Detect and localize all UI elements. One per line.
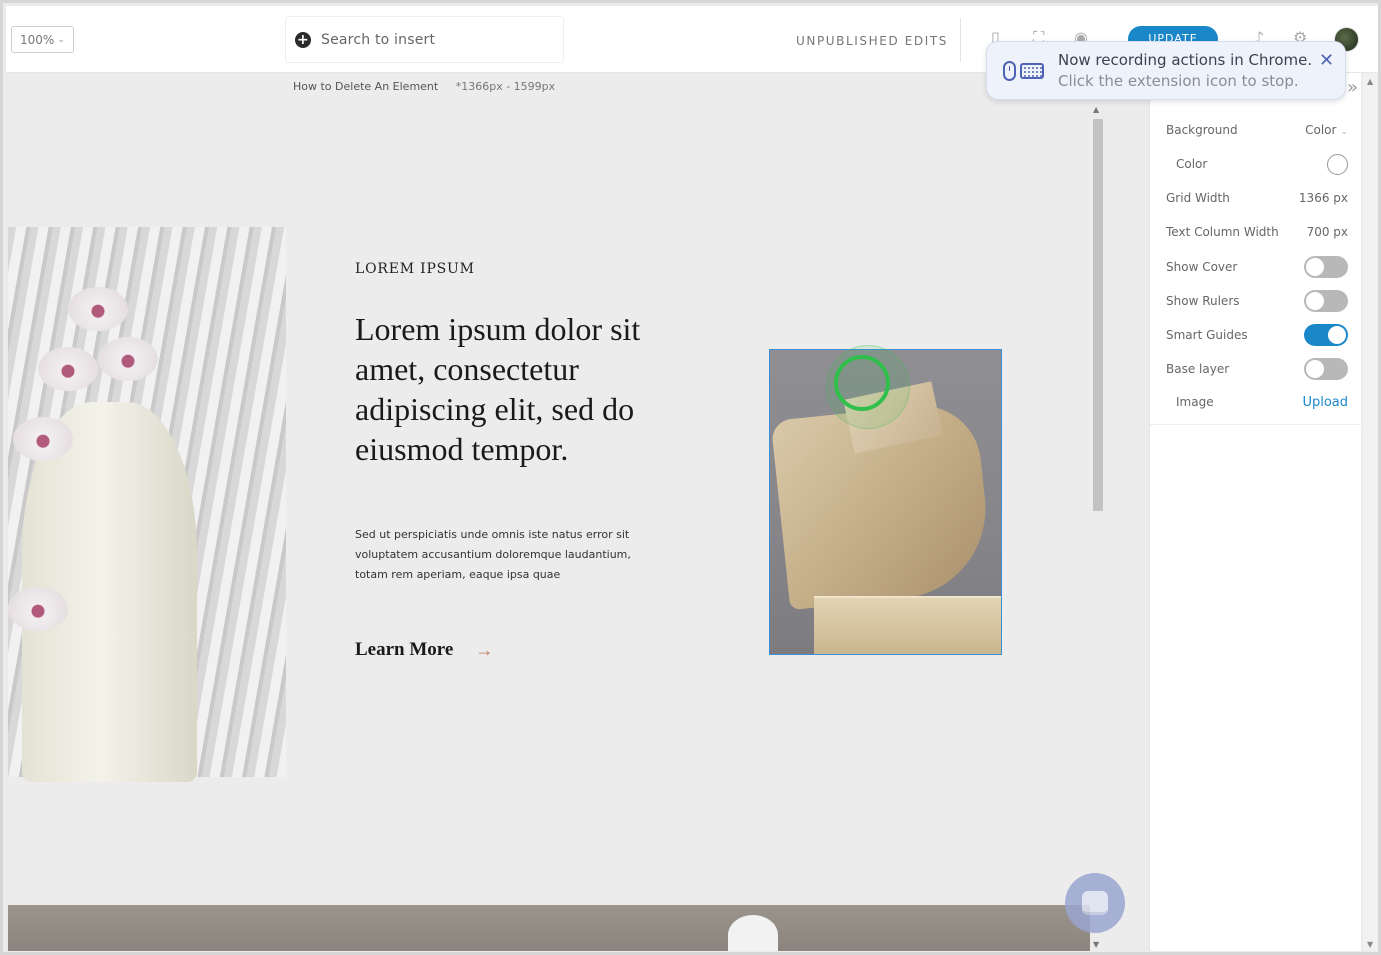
smart-guides-label: Smart Guides (1166, 328, 1248, 342)
panel-divider (1150, 424, 1362, 425)
page-name: How to Delete An Element (293, 80, 439, 93)
color-label: Color (1176, 157, 1208, 171)
base-layer-label: Base layer (1166, 362, 1230, 376)
notification-title: Now recording actions in Chrome. (1058, 51, 1313, 69)
unpublished-status: UNPUBLISHED EDITS (796, 34, 949, 48)
zoom-value: 100% (20, 32, 55, 47)
recording-icons (1003, 61, 1044, 81)
chat-support-button[interactable] (1065, 873, 1125, 933)
show-cover-toggle[interactable] (1304, 256, 1348, 278)
arrow-right-icon: → (475, 639, 494, 660)
section-body[interactable]: Sed ut perspiciatis unde omnis iste natu… (355, 525, 655, 585)
canvas-scrollbar[interactable]: ▲ ▼ (1091, 105, 1105, 951)
design-canvas[interactable]: LOREM IPSUM Lorem ipsum dolor sit amet, … (8, 101, 1090, 951)
background-value: Color (1305, 123, 1337, 137)
wood-base (814, 596, 1001, 654)
page-dimensions: *1366px - 1599px (455, 80, 556, 93)
next-section-object (728, 915, 778, 951)
scroll-down-icon[interactable]: ▼ (1367, 940, 1373, 949)
grid-width-row: Grid Width 1366 px (1166, 186, 1348, 210)
design-settings-panel: Background Color ⌄ Color Grid Width 1366 … (1149, 73, 1362, 951)
grid-width-value[interactable]: 1366 px (1299, 191, 1348, 205)
color-swatch[interactable] (1327, 153, 1348, 175)
chevron-down-icon: ⌄ (1340, 127, 1348, 137)
base-layer-row: Base layer (1166, 357, 1348, 381)
orchid-flower (98, 337, 158, 381)
app-window: 100% ⌄ + Search to insert UNPUBLISHED ED… (0, 0, 1381, 955)
learn-more-label: Learn More (355, 639, 454, 660)
scroll-up-icon[interactable]: ▲ (1093, 105, 1099, 114)
close-icon[interactable]: ✕ (1319, 50, 1334, 71)
plus-icon: + (295, 31, 311, 48)
orchid-flower (8, 587, 68, 631)
learn-more-link[interactable]: Learn More → (355, 639, 493, 661)
toolbar-divider (960, 18, 961, 62)
chat-bubble-icon (1082, 891, 1108, 915)
zoom-dropdown[interactable]: 100% ⌄ (11, 26, 74, 53)
panel-scrollbar[interactable]: ▲ ▼ (1363, 73, 1378, 951)
click-indicator-ring (834, 355, 890, 411)
recording-notification: Now recording actions in Chrome. Click t… (986, 41, 1346, 100)
show-rulers-toggle[interactable] (1304, 290, 1348, 312)
text-column-row: Text Column Width 700 px (1166, 220, 1348, 244)
page-info-bar: How to Delete An Element *1366px - 1599p… (293, 80, 555, 93)
show-cover-row: Show Cover (1166, 255, 1348, 279)
scroll-up-icon[interactable]: ▲ (1367, 77, 1373, 86)
scroll-down-icon[interactable]: ▼ (1093, 940, 1099, 949)
collapse-panel-icon[interactable]: » (1347, 77, 1358, 98)
orchid-flower (13, 417, 73, 461)
orchid-flower (68, 287, 128, 331)
scroll-thumb[interactable] (1093, 119, 1103, 511)
smart-guides-toggle[interactable] (1304, 324, 1348, 346)
next-section-image[interactable] (8, 905, 1090, 951)
show-cover-label: Show Cover (1166, 260, 1238, 274)
search-placeholder: Search to insert (321, 31, 436, 48)
base-layer-toggle[interactable] (1304, 358, 1348, 380)
orchid-flower (38, 347, 98, 391)
background-row[interactable]: Background Color ⌄ (1166, 118, 1348, 142)
chevron-down-icon: ⌄ (57, 34, 65, 45)
text-column-label: Text Column Width (1166, 225, 1279, 239)
section-eyebrow[interactable]: LOREM IPSUM (355, 261, 475, 277)
color-row: Color (1176, 152, 1348, 176)
smart-guides-row: Smart Guides (1166, 323, 1348, 347)
section-headline[interactable]: Lorem ipsum dolor sit amet, consectetur … (355, 309, 695, 469)
upload-link[interactable]: Upload (1302, 395, 1348, 410)
show-rulers-row: Show Rulers (1166, 289, 1348, 313)
image-label: Image (1176, 395, 1214, 409)
text-column-value[interactable]: 700 px (1307, 225, 1348, 239)
orchid-vase-image[interactable] (8, 227, 286, 782)
grid-width-label: Grid Width (1166, 191, 1230, 205)
show-rulers-label: Show Rulers (1166, 294, 1240, 308)
background-label: Background (1166, 123, 1238, 137)
mouse-icon (1003, 61, 1016, 81)
image-row: Image Upload (1176, 390, 1348, 414)
background-select[interactable]: Color ⌄ (1305, 123, 1348, 137)
keyboard-icon (1020, 63, 1044, 79)
search-insert-input[interactable]: + Search to insert (285, 16, 564, 63)
notification-subtitle: Click the extension icon to stop. (1058, 72, 1299, 90)
